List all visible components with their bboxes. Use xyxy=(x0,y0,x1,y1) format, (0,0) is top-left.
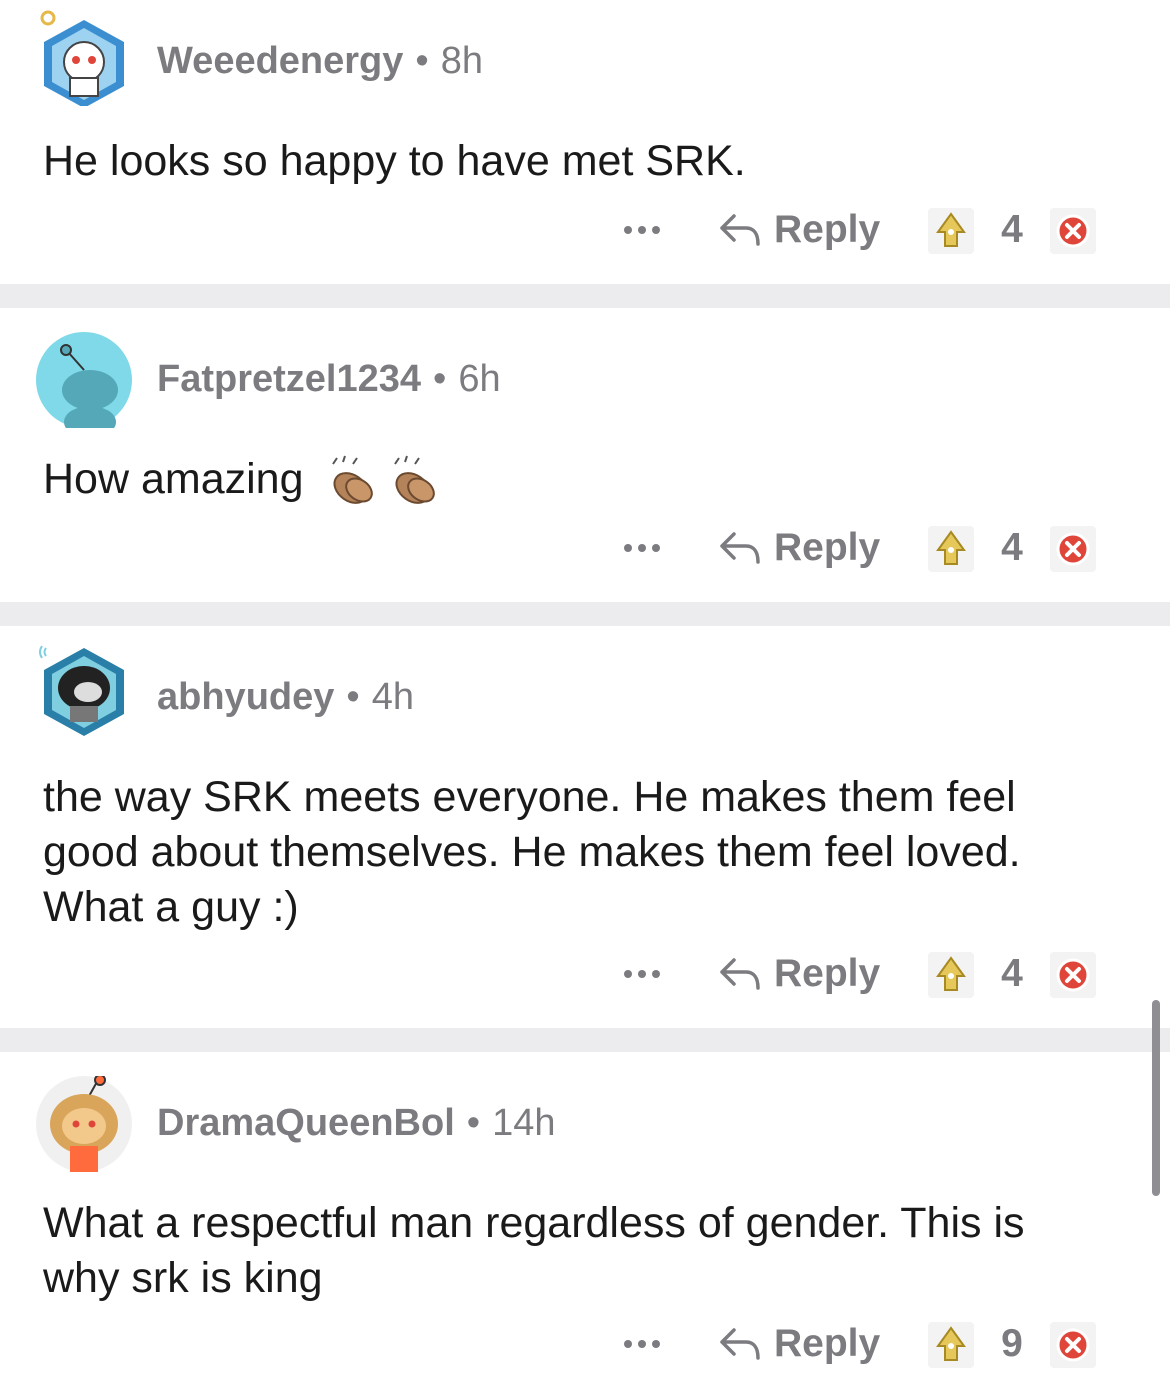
comment-body: He looks so happy to have met SRK. xyxy=(43,134,1133,189)
comment-meta: DramaQueenBol • 14h xyxy=(157,1102,555,1145)
user-avatar[interactable] xyxy=(36,332,132,428)
comment-text-line: the way SRK meets everyone. He makes the… xyxy=(43,773,1016,821)
comment-meta: Fatpretzel1234 • 6h xyxy=(157,358,501,401)
upvote-button[interactable] xyxy=(928,208,974,254)
comment-text: He looks so happy to have met SRK. xyxy=(43,137,746,185)
downvote-x-icon xyxy=(1056,1328,1090,1362)
timestamp: 14h xyxy=(492,1102,556,1144)
comment: Weeedenergy • 8h He looks so happy to have… xyxy=(0,0,1170,284)
comment-body: How amazing xyxy=(43,452,1133,510)
meta-separator-dot: • xyxy=(415,40,429,82)
comment: DramaQueenBol • 14h What a respectful man … xyxy=(0,1052,1170,1368)
comment-meta: abhyudey • 4h xyxy=(157,676,414,719)
comment: abhyudey • 4h the way SRK meets everyone. … xyxy=(0,626,1170,1028)
reply-label: Reply xyxy=(774,1322,881,1365)
username[interactable]: Weeedenergy xyxy=(157,40,403,82)
more-dots-icon[interactable] xyxy=(624,1314,660,1374)
upvote-arrow-icon xyxy=(936,530,966,565)
username[interactable]: abhyudey xyxy=(157,676,334,718)
vote-score: 4 xyxy=(1001,952,1023,995)
user-avatar[interactable] xyxy=(36,1076,132,1172)
clapping-hands-icon xyxy=(332,455,436,504)
comment: Fatpretzel1234 • 6h How amazing Reply 4 xyxy=(0,308,1170,602)
username[interactable]: Fatpretzel1234 xyxy=(157,358,421,400)
downvote-button[interactable] xyxy=(1050,1322,1096,1368)
comment-text-line: What a respectful man regardless of gend… xyxy=(43,1199,1025,1247)
vote-score: 4 xyxy=(1001,526,1023,569)
downvote-x-icon xyxy=(1056,214,1090,248)
comment-separator xyxy=(0,602,1170,626)
reply-arrow-icon xyxy=(720,1328,760,1360)
reply-button[interactable]: Reply xyxy=(718,944,880,1004)
timestamp: 4h xyxy=(371,676,414,718)
comment-actions: Reply 9 xyxy=(0,1314,1170,1374)
upvote-button[interactable] xyxy=(928,952,974,998)
username[interactable]: DramaQueenBol xyxy=(157,1102,455,1144)
upvote-arrow-icon xyxy=(936,1326,966,1361)
meta-separator-dot: • xyxy=(433,358,447,400)
reply-arrow-icon xyxy=(720,532,760,564)
comment-actions: Reply 4 xyxy=(0,518,1170,578)
upvote-button[interactable] xyxy=(928,526,974,572)
timestamp: 6h xyxy=(458,358,501,400)
comment-actions: Reply 4 xyxy=(0,200,1170,260)
downvote-button[interactable] xyxy=(1050,526,1096,572)
downvote-x-icon xyxy=(1056,958,1090,992)
comment-text-line: good about themselves. He makes them fee… xyxy=(43,828,1021,876)
more-dots-icon[interactable] xyxy=(624,200,660,260)
reply-button[interactable]: Reply xyxy=(718,200,880,260)
downvote-button[interactable] xyxy=(1050,952,1096,998)
vote-score: 9 xyxy=(1001,1322,1023,1365)
comment-separator xyxy=(0,284,1170,308)
upvote-button[interactable] xyxy=(928,1322,974,1368)
comment-text-line: why srk is king xyxy=(43,1254,323,1302)
upvote-arrow-icon xyxy=(936,212,966,247)
timestamp: 8h xyxy=(440,40,483,82)
meta-separator-dot: • xyxy=(466,1102,481,1144)
user-avatar[interactable] xyxy=(36,640,132,736)
downvote-button[interactable] xyxy=(1050,208,1096,254)
scrollbar[interactable] xyxy=(1152,1000,1160,1196)
vote-score: 4 xyxy=(1001,208,1023,251)
more-dots-icon[interactable] xyxy=(624,944,660,1004)
comment-text: How amazing xyxy=(43,455,304,503)
comment-separator xyxy=(0,1028,1170,1052)
downvote-x-icon xyxy=(1056,532,1090,566)
reply-label: Reply xyxy=(774,952,881,995)
comment-actions: Reply 4 xyxy=(0,944,1170,1004)
more-dots-icon[interactable] xyxy=(624,518,660,578)
comment-body: the way SRK meets everyone. He makes the… xyxy=(43,770,1133,935)
reply-arrow-icon xyxy=(720,214,760,246)
user-avatar[interactable] xyxy=(36,10,132,106)
upvote-arrow-icon xyxy=(936,956,966,991)
comment-text-line: What a guy :) xyxy=(43,883,299,931)
reply-button[interactable]: Reply xyxy=(718,1314,880,1374)
comment-meta: Weeedenergy • 8h xyxy=(157,40,483,83)
reply-label: Reply xyxy=(774,208,881,251)
comment-body: What a respectful man regardless of gend… xyxy=(43,1196,1133,1306)
meta-separator-dot: • xyxy=(346,676,360,718)
reply-arrow-icon xyxy=(720,958,760,990)
reply-button[interactable]: Reply xyxy=(718,518,880,578)
reply-label: Reply xyxy=(774,526,881,569)
